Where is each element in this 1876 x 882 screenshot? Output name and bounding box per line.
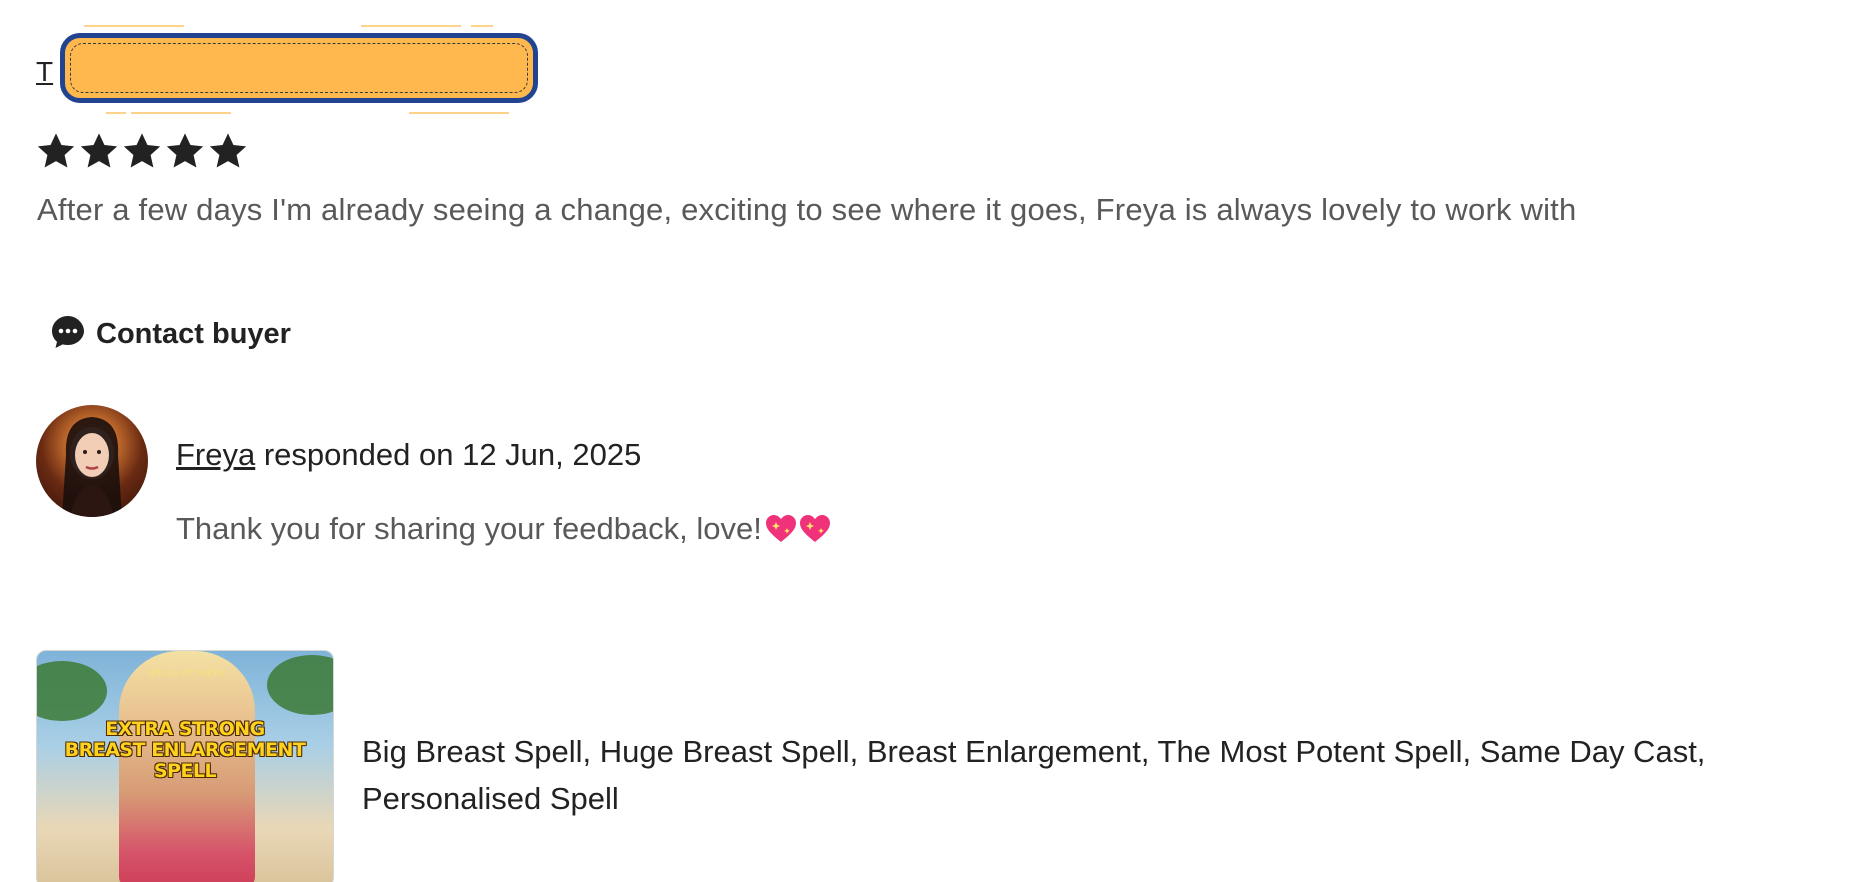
seller-avatar[interactable] xyxy=(36,405,148,517)
reviewer-name-link[interactable]: T xyxy=(36,58,53,86)
sparkling-heart-icon xyxy=(765,515,796,542)
star-icon xyxy=(36,132,76,170)
star-icon xyxy=(122,132,162,170)
heart-emoji-group xyxy=(764,513,832,545)
listing-title-link[interactable]: Big Breast Spell, Huge Breast Spell, Bre… xyxy=(362,728,1782,822)
star-rating xyxy=(36,132,248,170)
review-card: T After a few days I'm already seeing a … xyxy=(0,0,1876,882)
seller-name-link[interactable]: Freya xyxy=(176,437,255,472)
thumbnail-watermark: SPELLS BY FREYA xyxy=(146,669,224,679)
response-date: responded on 12 Jun, 2025 xyxy=(255,437,642,472)
review-text: After a few days I'm already seeing a ch… xyxy=(37,192,1577,227)
reviewer-row: T xyxy=(36,25,556,114)
thumbnail-caption-line: SPELL xyxy=(153,760,217,782)
star-icon xyxy=(79,132,119,170)
contact-buyer-button[interactable]: Contact buyer xyxy=(50,314,291,355)
listing-thumbnail[interactable]: SPELLS BY FREYA EXTRA STRONG BREAST ENLA… xyxy=(36,650,334,882)
response-header: Freya responded on 12 Jun, 2025 xyxy=(176,437,641,473)
thumbnail-caption-line: EXTRA STRONG xyxy=(105,718,265,740)
contact-buyer-label: Contact buyer xyxy=(96,318,291,350)
decorative-underline xyxy=(409,112,509,114)
response-message: Thank you for sharing your feedback, lov… xyxy=(176,511,762,546)
decorative-underline xyxy=(84,25,184,27)
chat-bubble-icon xyxy=(50,314,86,355)
palm-tree-shape xyxy=(267,655,333,715)
sparkling-heart-icon xyxy=(799,515,830,542)
thumbnail-caption-line: BREAST ENLARGEMENT xyxy=(64,739,306,761)
redaction-box xyxy=(60,33,538,103)
star-icon xyxy=(165,132,205,170)
decorative-underline xyxy=(471,25,493,27)
decorative-underline xyxy=(131,112,231,114)
thumbnail-caption: EXTRA STRONG BREAST ENLARGEMENT SPELL xyxy=(37,719,333,782)
response-text: Thank you for sharing your feedback, lov… xyxy=(176,511,832,547)
star-icon xyxy=(208,132,248,170)
decorative-underline xyxy=(106,112,126,114)
decorative-underline xyxy=(361,25,461,27)
